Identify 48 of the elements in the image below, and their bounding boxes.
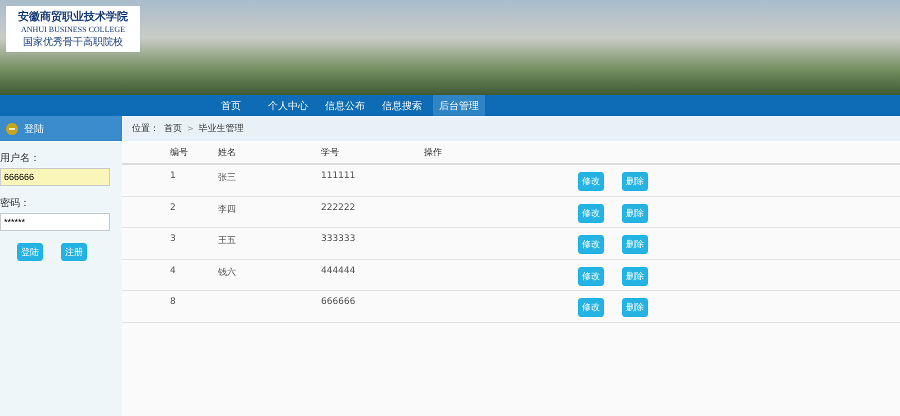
password-label: 密码： [0, 196, 31, 210]
table-cell-text: 4 [170, 266, 177, 276]
table-cell-text: 李四 [218, 204, 237, 216]
column-header: 操作 [424, 146, 443, 158]
table-cell-text: 8 [170, 297, 177, 307]
login-button[interactable]: 登陆 [17, 243, 43, 261]
table-cell-text: 1 [170, 171, 177, 181]
nav-item[interactable]: 首页 [205, 95, 257, 116]
logo-subtitle: ANHUI BUSINESS COLLEGE [21, 25, 125, 34]
logo-title: 安徽商贸职业技术学院 [18, 9, 128, 24]
delete-button[interactable]: 删除 [622, 235, 648, 254]
table-cell-text: 王五 [218, 235, 237, 247]
table-cell-text: 111111 [321, 171, 356, 181]
edit-button[interactable]: 修改 [578, 266, 604, 286]
delete-button[interactable]: 删除 [622, 266, 648, 286]
logo-slogan: 国家优秀骨干高职院校 [23, 36, 123, 49]
delete-button[interactable]: 删除 [622, 204, 648, 222]
sidebar-title: 登陆 [24, 122, 44, 136]
table-cell-text: 666666 [321, 297, 356, 307]
table-cell-text: 2 [170, 202, 177, 212]
column-header: 姓名 [218, 146, 237, 158]
delete-button[interactable]: 删除 [622, 298, 648, 317]
breadcrumb-link[interactable]: 毕业生管理 [198, 122, 244, 135]
table-cell-text: 444444 [321, 266, 356, 276]
table-cell-text: 张三 [218, 172, 237, 184]
password-field[interactable]: ****** [0, 213, 110, 231]
delete-button[interactable]: 删除 [622, 172, 648, 191]
edit-button[interactable]: 修改 [578, 204, 604, 222]
column-header: 学号 [321, 146, 340, 158]
minus-circle-icon [6, 122, 18, 134]
table-cell-text: 222222 [321, 202, 356, 212]
edit-button[interactable]: 修改 [578, 298, 604, 317]
breadcrumb-label: 位置： [132, 122, 159, 135]
edit-button[interactable]: 修改 [578, 235, 604, 254]
edit-button[interactable]: 修改 [578, 172, 604, 191]
breadcrumb-link[interactable]: 首页 [164, 122, 182, 135]
table-cell-text: 钱六 [218, 266, 237, 278]
table-cell-text: 3 [170, 234, 177, 244]
column-header: 编号 [170, 146, 189, 158]
breadcrumb-separator: > [187, 124, 194, 133]
nav-item[interactable]: 信息公布 [319, 95, 371, 116]
register-button[interactable]: 注册 [61, 243, 87, 261]
table-cell-text: 333333 [321, 234, 356, 244]
username-label: 用户名： [0, 152, 41, 165]
nav-item[interactable]: 个人中心 [262, 95, 314, 116]
nav-item[interactable]: 后台管理 [433, 95, 485, 116]
username-field[interactable]: 666666 [0, 168, 110, 186]
nav-item[interactable]: 信息搜索 [376, 95, 428, 116]
